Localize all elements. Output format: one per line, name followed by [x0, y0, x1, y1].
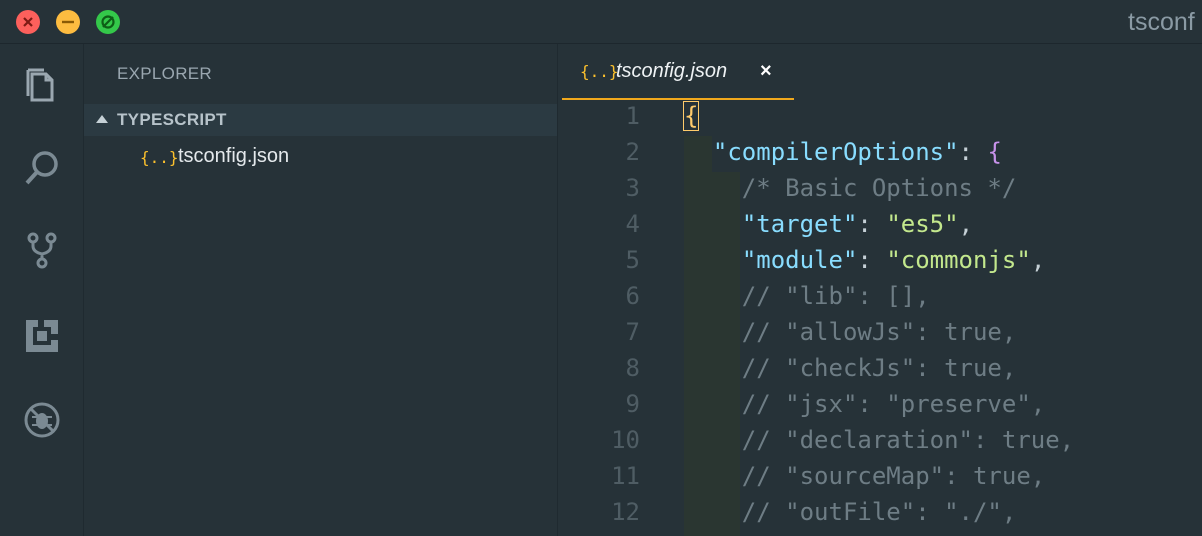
code-text: // "checkJs": true,	[684, 354, 1017, 382]
code-line: 3 /* Basic Options */	[558, 174, 1202, 210]
line-number: 4	[625, 210, 640, 238]
minimize-window-button[interactable]	[56, 10, 80, 34]
explorer-file-name: tsconfig.json	[178, 145, 290, 167]
line-number: 9	[625, 390, 640, 418]
code-text: /* Basic Options */	[684, 174, 1017, 202]
maximize-window-button[interactable]	[96, 10, 120, 34]
line-number: 7	[625, 318, 640, 346]
extensions-icon[interactable]	[22, 316, 62, 356]
code-line: 2 "compilerOptions": {	[558, 138, 1202, 174]
files-icon[interactable]	[22, 66, 62, 106]
debug-icon[interactable]	[22, 400, 62, 440]
explorer-sidebar: EXPLORER TYPESCRIPT {..} tsconfig.json	[84, 44, 558, 536]
line-number: 10	[611, 426, 640, 454]
line-number: 1	[625, 102, 640, 130]
code-line: 4 "target": "es5",	[558, 210, 1202, 246]
code-editor[interactable]: 1{2 "compilerOptions": {3 /* Basic Optio…	[558, 100, 1202, 536]
code-text: // "declaration": true,	[684, 426, 1075, 454]
line-number: 11	[611, 462, 640, 490]
code-text: // "allowJs": true,	[684, 318, 1017, 346]
minimize-icon	[62, 20, 74, 24]
window-title: tsconf	[1128, 8, 1195, 36]
workspace-section-label: TYPESCRIPT	[117, 110, 227, 129]
code-text: {	[682, 101, 700, 131]
title-bar: tsconf	[0, 0, 1202, 44]
json-file-icon: {..}	[580, 62, 619, 81]
editor-area: {..} tsconfig.json × 1{2 "compilerOption…	[558, 44, 1202, 536]
code-text: "module": "commonjs",	[741, 246, 1046, 274]
activity-bar	[0, 44, 84, 536]
code-line: 5 "module": "commonjs",	[558, 246, 1202, 282]
collapse-arrow-icon	[96, 115, 108, 123]
code-text: // "lib": [],	[684, 282, 930, 310]
tab-tsconfig-json[interactable]: {..} tsconfig.json ×	[562, 44, 794, 100]
code-line: 6 // "lib": [],	[558, 282, 1202, 318]
tab-label: tsconfig.json	[616, 60, 728, 82]
explorer-file-item[interactable]: {..} tsconfig.json	[84, 142, 557, 174]
json-file-icon: {..}	[140, 148, 179, 167]
code-line: 11 // "sourceMap": true,	[558, 462, 1202, 498]
tab-close-icon[interactable]: ×	[760, 60, 772, 83]
source-control-icon[interactable]	[22, 230, 62, 270]
line-number: 2	[625, 138, 640, 166]
close-window-button[interactable]	[16, 10, 40, 34]
code-line: 9 // "jsx": "preserve",	[558, 390, 1202, 426]
code-text: "target": "es5",	[741, 210, 974, 238]
line-number: 8	[625, 354, 640, 382]
code-text: // "sourceMap": true,	[684, 462, 1046, 490]
line-number: 12	[611, 498, 640, 526]
code-text: "compilerOptions": {	[712, 138, 1002, 166]
code-text: // "jsx": "preserve",	[684, 390, 1046, 418]
editor-tab-bar: {..} tsconfig.json ×	[558, 44, 1202, 100]
code-line: 7 // "allowJs": true,	[558, 318, 1202, 354]
search-icon[interactable]	[22, 148, 62, 188]
explorer-title: EXPLORER	[117, 64, 212, 83]
code-line: 1{	[558, 101, 1202, 138]
line-number: 3	[625, 174, 640, 202]
code-text: // "outFile": "./",	[684, 498, 1017, 526]
line-number: 5	[625, 246, 640, 274]
code-line: 10 // "declaration": true,	[558, 426, 1202, 462]
fullscreen-icon	[101, 15, 115, 29]
line-number: 6	[625, 282, 640, 310]
code-line: 12 // "outFile": "./",	[558, 498, 1202, 534]
close-icon	[23, 17, 33, 27]
workspace-section-header[interactable]: TYPESCRIPT	[84, 104, 557, 136]
code-line: 8 // "checkJs": true,	[558, 354, 1202, 390]
